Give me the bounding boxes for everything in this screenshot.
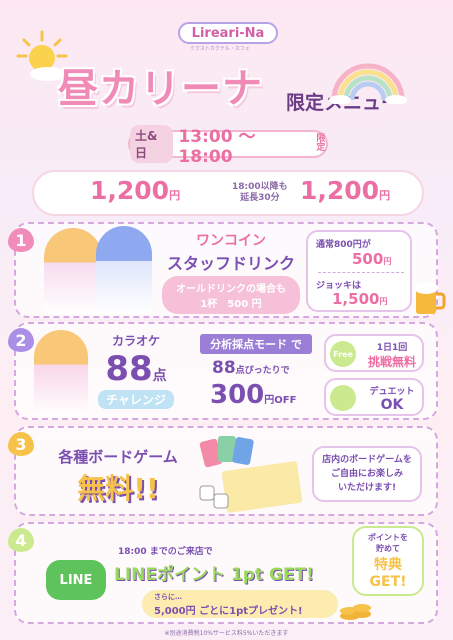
time-range: 13:00 ～ 18:00 — [178, 126, 256, 167]
price-1: 1,200円 — [90, 176, 181, 205]
section-3-note: 店内のボードゲームを ご自由にお楽しみ いただけます! — [312, 446, 422, 502]
price-2: 1,200円 — [300, 176, 391, 205]
section-4-heading: LINEポイント 1pt GET! — [114, 565, 314, 585]
section-3-number: 3 — [8, 432, 34, 456]
section-1-note: オールドリンクの場合も 1杯 500 円 — [162, 276, 300, 314]
brand-logo-sub: ミクストカクテル・カフェ — [190, 46, 250, 52]
days-badge: 土&日 — [130, 125, 174, 163]
discount-value: 300円OFF — [210, 380, 297, 410]
time-bar: 土&日 13:00 ～ 18:00 限定 — [128, 125, 328, 167]
rainbow-icon — [329, 63, 407, 104]
duet-card: デュエット OK — [324, 378, 424, 416]
section-4-number: 4 — [8, 528, 34, 552]
section-4-pre: 18:00 までのご来店で — [118, 547, 213, 557]
section-2-number: 2 — [8, 328, 34, 352]
duet-icon — [330, 385, 356, 411]
page-title: 昼カリーナ — [58, 66, 263, 112]
line-logo-icon: LINE — [46, 560, 106, 600]
scoring-condition: 88点ぴったりで — [212, 358, 290, 378]
board-game-icon — [199, 436, 303, 513]
scoring-mode-label: 分析採点モード で — [200, 334, 312, 354]
drink-price-card: 通常800円が 500円 ジョッキは 1,500円 — [306, 230, 412, 312]
section-1-number: 1 — [8, 228, 34, 252]
section-3-heading: 各種ボードゲーム 無料!! — [58, 448, 178, 505]
free-challenge-card: Free 1日1回 挑戦無料 — [324, 334, 424, 372]
section-1-heading: ワンコイン スタッフドリンク — [166, 233, 295, 273]
karaoke-staff-illustration — [34, 330, 88, 416]
coins-icon — [340, 604, 371, 620]
footer-note: ※別途消費税10%サービス料5%いただきます — [164, 630, 289, 637]
beer-mug-icon — [414, 282, 446, 314]
limited-label: 限定 — [316, 134, 326, 153]
free-badge: Free — [330, 341, 356, 367]
staff-illustration-1 — [44, 228, 102, 314]
brand-logo: Lireari-Na — [178, 22, 278, 44]
extension-note: 18:00以降も 延長30分 — [232, 182, 288, 203]
staff-illustration-2 — [96, 226, 152, 314]
section-2-heading: カラオケ 88点 チャレンジ — [86, 332, 186, 409]
reward-card: ポイントを 貯めて 特典 GET! — [352, 526, 424, 596]
section-4-note: さらに… 5,000円 ごとに1ptプレゼント! — [142, 590, 338, 618]
